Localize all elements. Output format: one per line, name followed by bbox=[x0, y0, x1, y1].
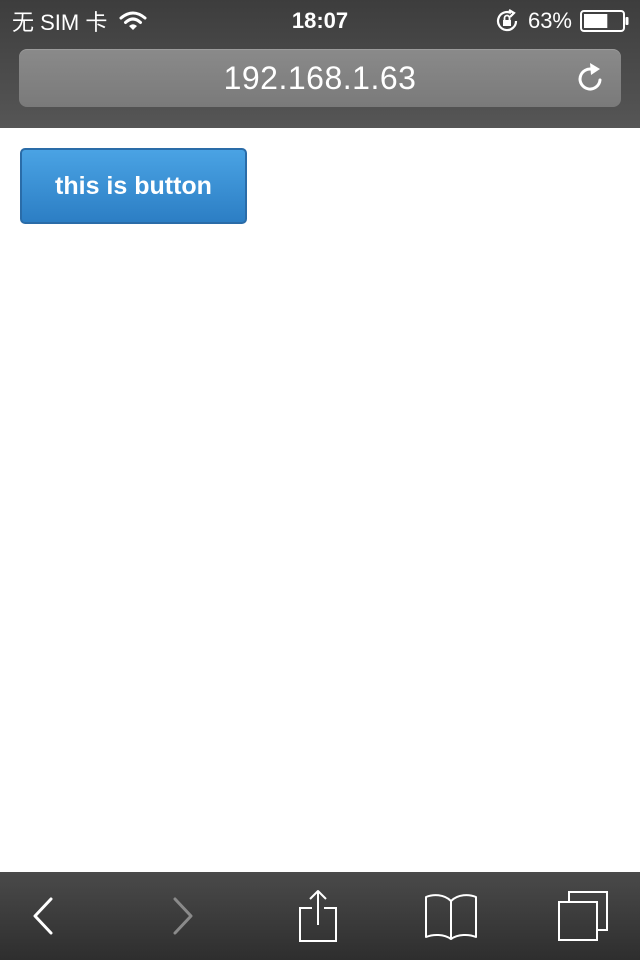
browser-top-chrome: 无 SIM 卡 18:07 63% 192.168.1.63 bbox=[0, 0, 640, 128]
address-bar[interactable]: 192.168.1.63 bbox=[19, 49, 621, 107]
rotation-lock-icon bbox=[494, 8, 520, 34]
primary-button[interactable]: this is button bbox=[20, 148, 247, 224]
battery-icon bbox=[580, 9, 630, 33]
back-icon[interactable] bbox=[31, 896, 55, 936]
forward-button[interactable] bbox=[150, 872, 216, 960]
share-button[interactable] bbox=[285, 872, 351, 960]
battery-fill bbox=[584, 14, 608, 28]
url-text[interactable]: 192.168.1.63 bbox=[19, 49, 621, 107]
page-content: this is button bbox=[0, 128, 640, 872]
status-bar: 无 SIM 卡 18:07 63% bbox=[0, 0, 640, 40]
forward-icon[interactable] bbox=[171, 896, 195, 936]
battery-percent: 63% bbox=[527, 8, 572, 33]
tabs-button[interactable] bbox=[550, 872, 616, 960]
tabs-icon[interactable] bbox=[557, 890, 609, 942]
back-button[interactable] bbox=[10, 872, 76, 960]
status-right: 63% bbox=[494, 7, 630, 35]
share-icon[interactable] bbox=[298, 889, 338, 943]
bookmarks-icon[interactable] bbox=[424, 891, 478, 941]
bookmarks-button[interactable] bbox=[418, 872, 484, 960]
bottom-toolbar bbox=[0, 872, 640, 960]
reload-icon[interactable] bbox=[576, 62, 606, 94]
